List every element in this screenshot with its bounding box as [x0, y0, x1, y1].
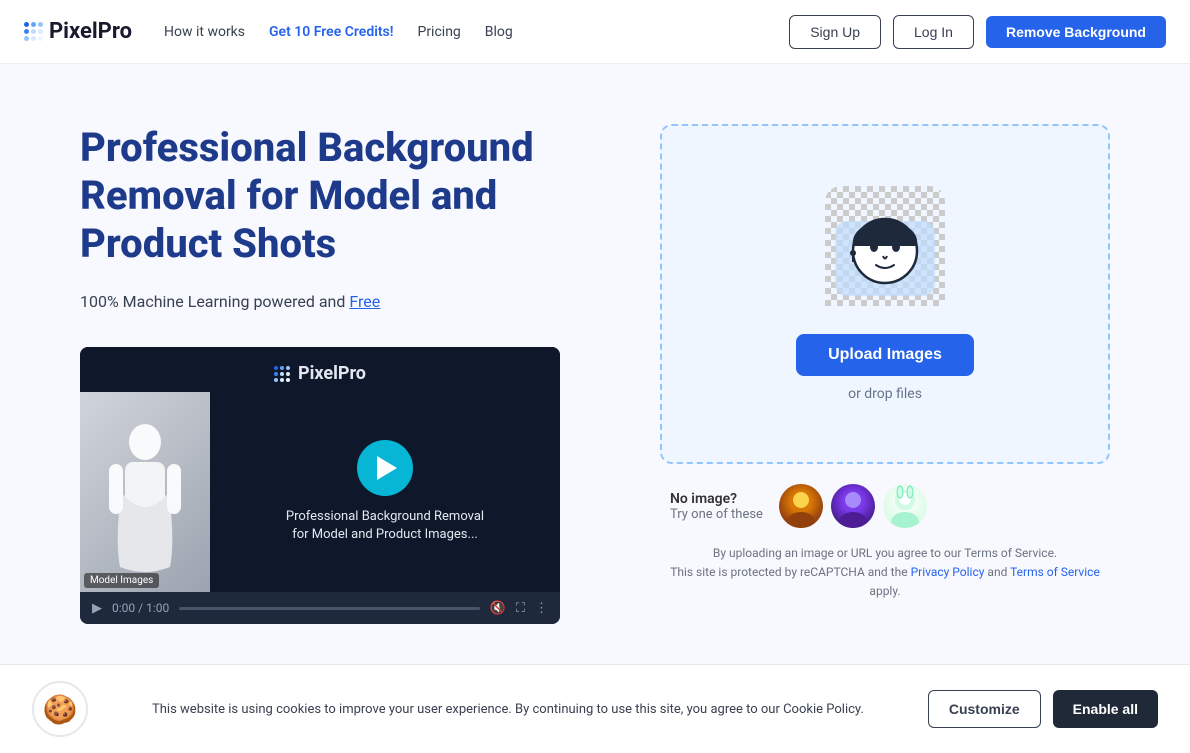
nav-link-blog[interactable]: Blog — [485, 24, 513, 40]
sign-up-button[interactable]: Sign Up — [789, 15, 881, 49]
logo-dot — [31, 29, 36, 34]
nav-links: How it works Get 10 Free Credits! Pricin… — [164, 24, 513, 40]
hero-left: Professional Background Removal for Mode… — [80, 124, 600, 624]
video-time-sep: / — [138, 601, 146, 615]
video-model-image: Model Images — [80, 392, 210, 592]
subtitle-text: 100% Machine Learning powered and — [80, 292, 349, 311]
nav-left: PixelPro How it works Get 10 Free Credit… — [24, 19, 513, 44]
video-logo-dot — [286, 366, 290, 370]
hero-title: Professional Background Removal for Mode… — [80, 124, 600, 268]
model-label: Model Images — [84, 573, 159, 588]
no-image-text: No image? Try one of these — [670, 491, 763, 522]
video-logo-dot — [274, 378, 278, 382]
legal-after: apply. — [869, 584, 900, 598]
try-image-1[interactable] — [779, 484, 823, 528]
logo-dot — [24, 36, 29, 41]
logo-dot — [38, 22, 43, 27]
cookie-emoji: 🍪 — [43, 693, 78, 726]
privacy-policy-link[interactable]: Privacy Policy — [911, 565, 985, 579]
video-inner: PixelPro — [80, 347, 560, 592]
legal-line2: This site is protected by reCAPTCHA and … — [660, 563, 1110, 601]
try-image-2[interactable] — [831, 484, 875, 528]
video-time: 0:00 / 1:00 — [112, 601, 169, 615]
try-section: No image? Try one of these — [660, 484, 1110, 528]
video-play-control[interactable]: ▶ — [92, 600, 102, 616]
video-mute-button[interactable]: 🔇 — [490, 600, 506, 616]
cookie-banner: 🍪 This website is using cookies to impro… — [0, 664, 1190, 753]
play-button[interactable] — [357, 440, 413, 496]
hero-subtitle: 100% Machine Learning powered and Free — [80, 292, 600, 311]
video-logo-text: PixelPro — [298, 363, 366, 384]
logo-dot — [38, 29, 43, 34]
legal-text: By uploading an image or URL you agree t… — [660, 544, 1110, 602]
video-time-current: 0:00 — [112, 601, 135, 615]
logo-grid — [24, 22, 43, 41]
free-link[interactable]: Free — [349, 292, 380, 311]
try-images — [779, 484, 927, 528]
legal-and: and — [984, 565, 1010, 579]
logo-dot — [31, 22, 36, 27]
video-logo-dot — [274, 366, 278, 370]
drop-files-text: or drop files — [848, 386, 922, 402]
upload-dropzone[interactable]: Upload Images or drop files — [660, 124, 1110, 464]
cookie-text: This website is using cookies to improve… — [112, 702, 904, 717]
video-controls: ▶ 0:00 / 1:00 🔇 ⛶ ⋮ — [80, 592, 560, 624]
video-progress-bar[interactable] — [179, 607, 480, 610]
video-logo-grid — [274, 366, 290, 382]
logo[interactable]: PixelPro — [24, 19, 132, 44]
video-logo-dot — [286, 378, 290, 382]
try-image-1-svg — [779, 484, 823, 528]
video-logo-dot — [280, 372, 284, 376]
customize-button[interactable]: Customize — [928, 690, 1041, 728]
hero-right: Upload Images or drop files No image? Tr… — [660, 124, 1110, 602]
nav-right: Sign Up Log In Remove Background — [789, 15, 1166, 49]
video-caption-line2: for Model and Product Images... — [286, 526, 484, 544]
video-more-button[interactable]: ⋮ — [535, 600, 548, 616]
try-image-2-svg — [831, 484, 875, 528]
enable-all-button[interactable]: Enable all — [1053, 690, 1158, 728]
cookie-icon: 🍪 — [32, 681, 88, 737]
no-image-label: No image? — [670, 491, 763, 507]
video-text-area: Professional Background Removal for Mode… — [210, 392, 560, 592]
video-caption-line1: Professional Background Removal — [286, 508, 484, 526]
try-image-3[interactable] — [883, 484, 927, 528]
face-svg-wrap — [825, 186, 945, 306]
play-icon — [377, 456, 397, 480]
navbar: PixelPro How it works Get 10 Free Credit… — [0, 0, 1190, 64]
model-silhouette-svg — [105, 412, 185, 572]
nav-link-pricing[interactable]: Pricing — [417, 24, 460, 40]
logo-dot — [31, 36, 36, 41]
nav-link-how-it-works[interactable]: How it works — [164, 24, 245, 40]
legal-before: This site is protected by reCAPTCHA and … — [670, 565, 910, 579]
try-image-3-svg — [883, 484, 927, 528]
cookie-actions: Customize Enable all — [928, 690, 1158, 728]
video-player: PixelPro — [80, 347, 560, 624]
face-illustration — [830, 191, 940, 301]
logo-text: PixelPro — [49, 19, 132, 44]
video-logo-dot — [286, 372, 290, 376]
try-one-of-these-label: Try one of these — [670, 507, 763, 522]
hero-section: Professional Background Removal for Mode… — [0, 64, 1190, 664]
video-content-area: Model Images Professional Background Rem… — [80, 392, 560, 592]
logo-dot — [24, 22, 29, 27]
legal-line1: By uploading an image or URL you agree t… — [660, 544, 1110, 563]
video-logo-dot — [274, 372, 278, 376]
terms-of-service-link[interactable]: Terms of Service — [1010, 565, 1100, 579]
video-caption: Professional Background Removal for Mode… — [286, 508, 484, 544]
remove-background-button[interactable]: Remove Background — [986, 16, 1166, 48]
logo-dot — [24, 29, 29, 34]
nav-link-get-credits[interactable]: Get 10 Free Credits! — [269, 24, 393, 40]
logo-dot — [38, 36, 43, 41]
upload-images-button[interactable]: Upload Images — [796, 334, 974, 376]
video-logo-dot — [280, 366, 284, 370]
video-logo-area: PixelPro — [274, 347, 366, 392]
video-time-total: 1:00 — [146, 601, 169, 615]
log-in-button[interactable]: Log In — [893, 15, 974, 49]
upload-preview — [825, 186, 945, 306]
video-fullscreen-button[interactable]: ⛶ — [516, 600, 525, 616]
video-logo-dot — [280, 378, 284, 382]
